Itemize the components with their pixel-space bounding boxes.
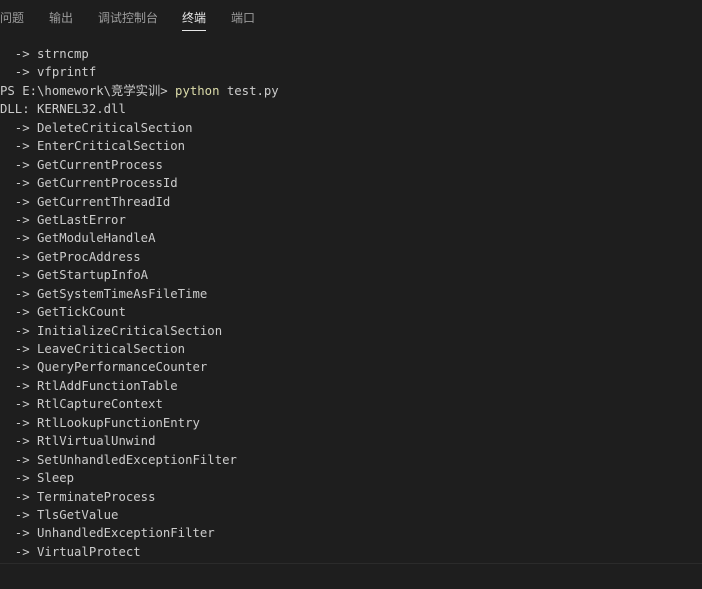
terminal-line: -> QueryPerformanceCounter	[0, 360, 208, 375]
terminal-line: -> GetTickCount	[0, 305, 126, 320]
terminal-line: -> EnterCriticalSection	[0, 139, 186, 154]
tab-problems[interactable]: 问题	[0, 10, 24, 26]
terminal-line: -> TerminateProcess	[0, 489, 156, 504]
terminal-line: -> RtlAddFunctionTable	[0, 378, 178, 393]
terminal-line: -> RtlVirtualUnwind	[0, 434, 156, 449]
terminal-line: -> TlsGetValue	[0, 507, 119, 522]
terminal-line: -> InitializeCriticalSection	[0, 323, 223, 338]
terminal-line: -> GetModuleHandleA	[0, 231, 156, 246]
tab-output[interactable]: 输出	[49, 10, 73, 26]
terminal-line: -> Sleep	[0, 471, 75, 486]
terminal-line: -> strncmp	[0, 47, 89, 61]
tab-debug-console[interactable]: 调试控制台	[98, 10, 158, 26]
terminal-command: python	[175, 83, 220, 98]
terminal-line: -> GetCurrentProcess	[0, 157, 163, 172]
terminal-line: -> DeleteCriticalSection	[0, 120, 193, 135]
tab-terminal[interactable]: 终端	[182, 10, 207, 31]
terminal-line: -> RtlCaptureContext	[0, 397, 163, 412]
terminal-line: -> RtlLookupFunctionEntry	[0, 415, 200, 430]
panel-footer	[0, 563, 702, 589]
terminal-panel: 问题 输出 调试控制台 终端 端口 -> strncmp -> vfprintf…	[0, 0, 702, 589]
terminal-prompt-line: PS E:\homework\竞学实训> python test.py	[0, 82, 702, 100]
terminal-output[interactable]: -> strncmp -> vfprintf PS E:\homework\竞学…	[0, 45, 702, 563]
terminal-line: -> GetLastError	[0, 212, 126, 227]
panel-tab-bar: 问题 输出 调试控制台 终端 端口	[0, 0, 702, 35]
terminal-line: -> GetProcAddress	[0, 249, 141, 264]
terminal-line: -> GetCurrentThreadId	[0, 194, 171, 209]
terminal-line: -> VirtualProtect	[0, 544, 141, 559]
terminal-line: -> GetSystemTimeAsFileTime	[0, 286, 208, 301]
terminal-line: -> vfprintf	[0, 65, 97, 80]
terminal-prompt: PS E:\homework\竞学实训>	[0, 83, 176, 98]
terminal-line: -> UnhandledExceptionFilter	[0, 526, 215, 541]
terminal-line: -> GetCurrentProcessId	[0, 176, 178, 191]
terminal-command-args: test.py	[219, 83, 279, 98]
terminal-line: DLL: KERNEL32.dll	[0, 102, 126, 117]
terminal-line: -> SetUnhandledExceptionFilter	[0, 452, 237, 467]
terminal-line: -> GetStartupInfoA	[0, 268, 149, 283]
terminal-line: -> LeaveCriticalSection	[0, 342, 186, 356]
tab-ports[interactable]: 端口	[231, 10, 255, 26]
